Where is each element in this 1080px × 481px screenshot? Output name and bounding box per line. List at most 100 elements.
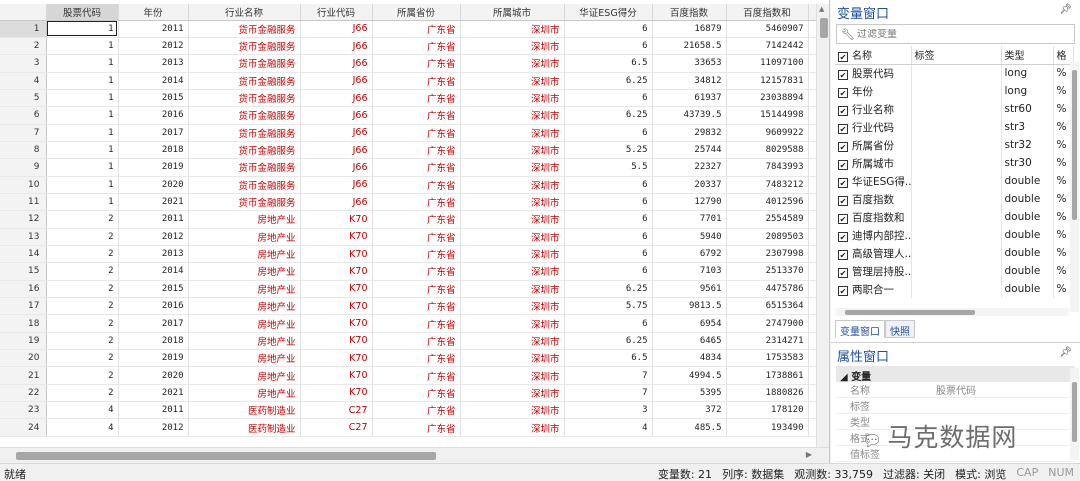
row-number[interactable]: 17 <box>0 297 47 316</box>
table-cell[interactable]: 2021 <box>118 384 189 403</box>
table-cell[interactable]: K70 <box>300 245 373 264</box>
table-cell[interactable]: 广东省 <box>372 245 461 264</box>
table-row[interactable]: 4 1 2014 货币金融服务 J66 广东省 深圳市 6.25 34812 12157831 <box>0 72 818 90</box>
column-header[interactable]: 华证ESG得分 <box>564 4 653 21</box>
table-cell[interactable]: 深圳市 <box>460 349 565 368</box>
table-cell[interactable]: 深圳市 <box>460 158 565 177</box>
vars-header-type[interactable]: 类型 <box>1001 46 1054 65</box>
table-cell[interactable]: 广东省 <box>372 314 461 333</box>
table-cell[interactable]: 深圳市 <box>460 193 565 212</box>
table-cell[interactable]: 深圳市 <box>460 228 565 246</box>
table-cell[interactable]: 6.25 <box>564 72 653 90</box>
table-cell[interactable]: 1 <box>46 72 119 90</box>
table-cell[interactable]: 11097100 <box>726 54 809 73</box>
table-cell[interactable]: 485.5 <box>652 418 727 437</box>
row-number[interactable]: 8 <box>0 141 47 160</box>
table-cell[interactable]: C27 <box>300 401 373 420</box>
table-cell[interactable]: 货币金融服务 <box>188 72 301 90</box>
variable-name-cell[interactable]: ✔ 两职合一 <box>835 280 912 298</box>
table-cell[interactable]: 房地产业 <box>188 297 301 316</box>
variable-name-cell[interactable]: ✔ 高级管理人... <box>835 244 912 262</box>
table-cell[interactable]: 2314271 <box>726 332 809 351</box>
table-cell[interactable]: K70 <box>300 384 373 403</box>
row-number[interactable]: 4 <box>0 72 47 90</box>
properties-scrollbar[interactable] <box>1070 368 1079 460</box>
table-cell[interactable]: 2017 <box>118 314 189 333</box>
table-cell[interactable]: 1753583 <box>726 349 809 368</box>
checkbox-icon[interactable]: ✔ <box>838 52 848 63</box>
table-cell[interactable]: 货币金融服务 <box>188 37 301 56</box>
table-cell[interactable]: 1738861 <box>726 366 809 385</box>
table-row[interactable]: 9 1 2019 货币金融服务 J66 广东省 深圳市 5.5 22327 7843993 <box>0 158 818 177</box>
table-cell[interactable]: 房地产业 <box>188 245 301 264</box>
column-header[interactable]: 年份 <box>118 4 189 21</box>
table-cell[interactable]: 房地产业 <box>188 366 301 385</box>
table-cell[interactable]: 6.25 <box>564 332 653 351</box>
table-cell[interactable]: 6465 <box>652 332 727 351</box>
row-number[interactable]: 19 <box>0 332 47 351</box>
row-number[interactable]: 7 <box>0 124 47 142</box>
table-cell[interactable]: 广东省 <box>372 210 461 229</box>
table-cell[interactable]: 12157831 <box>726 72 809 90</box>
table-cell[interactable]: 2019 <box>118 158 189 177</box>
table-cell[interactable]: 2016 <box>118 106 189 125</box>
table-cell[interactable]: 2307998 <box>726 245 809 264</box>
variables-horizontal-scrollbar[interactable] <box>835 308 1069 316</box>
variable-name-cell[interactable]: ✔ 行业名称 <box>835 100 912 118</box>
table-cell[interactable]: 7483212 <box>726 176 809 194</box>
column-header[interactable]: 百度指数 <box>652 4 727 21</box>
table-cell[interactable]: 深圳市 <box>460 384 565 403</box>
table-cell[interactable]: 2014 <box>118 262 189 281</box>
table-cell[interactable]: 1 <box>46 158 119 177</box>
table-cell[interactable]: 6.5 <box>564 349 653 368</box>
table-cell[interactable]: 深圳市 <box>460 366 565 385</box>
vars-header-label[interactable]: 标签 <box>911 46 1002 65</box>
column-header[interactable]: 行业名称 <box>188 4 301 21</box>
table-cell[interactable]: 货币金融服务 <box>188 193 301 212</box>
table-cell[interactable]: 6 <box>564 228 653 246</box>
table-cell[interactable]: 货币金融服务 <box>188 158 301 177</box>
table-cell[interactable]: 5940 <box>652 228 727 246</box>
checkbox-icon[interactable]: ✔ <box>838 285 848 296</box>
table-cell[interactable]: 29832 <box>652 124 727 142</box>
row-number[interactable]: 21 <box>0 366 47 385</box>
table-cell[interactable]: 6 <box>564 210 653 229</box>
variable-row[interactable]: ✔ 迪博内部控... double% <box>835 226 1074 244</box>
row-number[interactable]: 22 <box>0 384 47 403</box>
table-cell[interactable]: 2011 <box>118 401 189 420</box>
table-cell[interactable]: K70 <box>300 332 373 351</box>
table-row[interactable]: 2 1 2012 货币金融服务 J66 广东省 深圳市 6 21658.5 7142442 <box>0 37 818 56</box>
variable-name-cell[interactable]: ✔ 股票代码 <box>835 64 912 82</box>
table-cell[interactable]: 深圳市 <box>460 262 565 281</box>
row-number[interactable]: 3 <box>0 54 47 73</box>
checkbox-icon[interactable]: ✔ <box>838 141 848 152</box>
table-cell[interactable]: 2 <box>46 366 119 385</box>
row-number[interactable]: 15 <box>0 262 47 281</box>
scroll-right-arrow-icon[interactable]: ▶ <box>806 450 812 459</box>
table-cell[interactable]: 193490 <box>726 418 809 437</box>
table-cell[interactable]: 15144998 <box>726 106 809 125</box>
table-cell[interactable]: 5395 <box>652 384 727 403</box>
table-cell[interactable]: 1 <box>46 106 119 125</box>
table-cell[interactable]: 广东省 <box>372 384 461 403</box>
variable-row[interactable]: ✔ 百度指数 double% <box>835 190 1074 208</box>
table-cell[interactable]: 178120 <box>726 401 809 420</box>
table-cell[interactable]: 2018 <box>118 141 189 160</box>
table-cell[interactable]: 1 <box>46 193 119 212</box>
table-cell[interactable]: 深圳市 <box>460 124 565 142</box>
table-cell[interactable]: 2021 <box>118 193 189 212</box>
table-cell[interactable]: 2554589 <box>726 210 809 229</box>
table-cell[interactable]: 2012 <box>118 228 189 246</box>
table-cell[interactable]: 2089503 <box>726 228 809 246</box>
table-cell[interactable]: 4 <box>46 401 119 420</box>
variable-name-cell[interactable]: ✔ 百度指数和 <box>835 208 912 226</box>
table-cell[interactable]: 广东省 <box>372 89 461 108</box>
horizontal-scroll-thumb[interactable] <box>16 452 436 460</box>
column-header[interactable]: 百度指数和 <box>726 4 809 21</box>
vars-header-name[interactable]: ✔ 名称 <box>835 46 912 65</box>
table-cell[interactable]: 1 <box>46 54 119 73</box>
table-cell[interactable]: 深圳市 <box>460 332 565 351</box>
table-cell[interactable]: 2513370 <box>726 262 809 281</box>
table-cell[interactable]: 4475786 <box>726 280 809 299</box>
table-cell[interactable]: 医药制造业 <box>188 401 301 420</box>
